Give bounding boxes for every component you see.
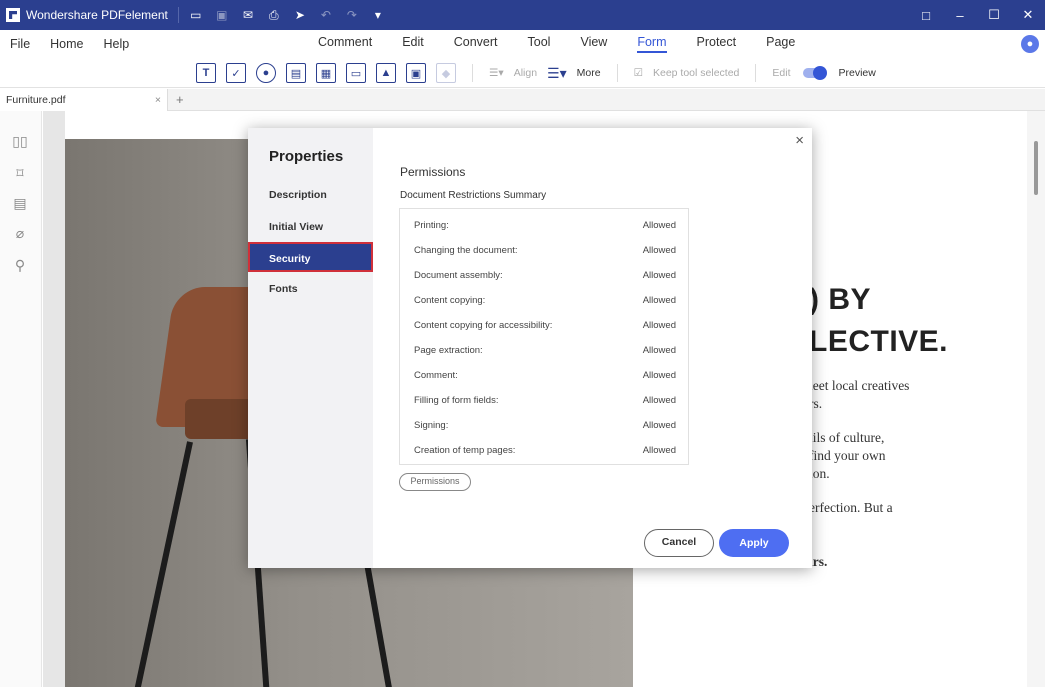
button-field-icon[interactable]: ▭ bbox=[346, 63, 366, 83]
scrollbar-thumb[interactable] bbox=[1034, 141, 1038, 195]
permission-row: Content copying for accessibility: Allowe… bbox=[414, 320, 676, 331]
mail-icon[interactable]: ✉ bbox=[241, 9, 255, 21]
page-paragraph-3: erfection. But a bbox=[809, 500, 893, 515]
tab-label: Furniture.pdf bbox=[6, 94, 66, 106]
undo-icon[interactable]: ↶ bbox=[319, 9, 333, 21]
menu-home[interactable]: Home bbox=[40, 37, 93, 51]
divider bbox=[755, 64, 757, 82]
search-icon[interactable]: ⚲ bbox=[12, 257, 28, 273]
app-logo-icon bbox=[6, 8, 20, 22]
menu-comment[interactable]: Comment bbox=[318, 35, 372, 53]
properties-content: × Permissions Document Restrictions Summ… bbox=[373, 128, 812, 568]
feedback-icon[interactable]: □ bbox=[909, 8, 943, 23]
divider bbox=[177, 7, 179, 23]
menu-help[interactable]: Help bbox=[94, 37, 140, 51]
close-dialog-icon[interactable]: × bbox=[795, 132, 804, 149]
permission-row: Printing: Allowed bbox=[414, 220, 676, 231]
bookmark-icon[interactable]: ⌑ bbox=[12, 165, 28, 181]
preview-label: Preview bbox=[838, 67, 876, 79]
menu-file[interactable]: File bbox=[0, 37, 40, 51]
subsection-title: Document Restrictions Summary bbox=[400, 190, 547, 201]
checkbox-icon[interactable]: ✓ bbox=[226, 63, 246, 83]
vertical-scrollbar[interactable] bbox=[1027, 111, 1045, 687]
save-icon[interactable]: ▣ bbox=[215, 9, 229, 21]
permission-row: Document assembly: Allowed bbox=[414, 270, 676, 281]
section-title: Permissions bbox=[400, 165, 466, 179]
edit-label: Edit bbox=[772, 67, 791, 79]
eraser-icon[interactable]: ◆ bbox=[436, 63, 456, 83]
menu-form[interactable]: Form bbox=[637, 35, 667, 53]
folder-icon[interactable]: ▭ bbox=[189, 9, 203, 21]
more-label[interactable]: More bbox=[577, 67, 601, 79]
permissions-button[interactable]: Permissions bbox=[399, 473, 471, 491]
combo-box-icon[interactable]: ▤ bbox=[286, 63, 306, 83]
menu-convert[interactable]: Convert bbox=[454, 35, 498, 53]
close-window-button[interactable]: ✕ bbox=[1011, 7, 1045, 23]
permission-row: Content copying: Allowed bbox=[414, 295, 676, 306]
attachment-icon[interactable]: ⌀ bbox=[12, 225, 28, 241]
comment-icon[interactable]: ▤ bbox=[12, 195, 28, 211]
document-tab-bar: Furniture.pdf × + bbox=[0, 89, 1045, 111]
permission-row: Creation of temp pages: Allowed bbox=[414, 445, 676, 456]
chair-leg bbox=[133, 441, 193, 687]
nav-fonts[interactable]: Fonts bbox=[248, 274, 373, 304]
permission-row: Page extraction: Allowed bbox=[414, 345, 676, 356]
menu-edit[interactable]: Edit bbox=[402, 35, 424, 53]
page-heading-line-2: LECTIVE. bbox=[809, 325, 949, 358]
divider bbox=[472, 64, 473, 82]
minimize-button[interactable]: – bbox=[943, 8, 977, 23]
new-tab-button[interactable]: + bbox=[176, 92, 184, 107]
apply-button[interactable]: Apply bbox=[719, 529, 789, 557]
page-heading-line-1: ) BY bbox=[809, 283, 871, 316]
nav-initial-view[interactable]: Initial View bbox=[248, 212, 373, 242]
quick-access-toolbar: ▭ ▣ ✉ ⎙ ➤ ↶ ↷ ▾ bbox=[189, 9, 385, 21]
permission-row: Changing the document: Allowed bbox=[414, 245, 676, 256]
title-bar: Wondershare PDFelement ▭ ▣ ✉ ⎙ ➤ ↶ ↷ ▾ □… bbox=[0, 0, 1045, 30]
page-paragraph-2: ıils of culture, find your own ion. bbox=[809, 430, 886, 481]
edit-preview-toggle[interactable] bbox=[803, 66, 828, 80]
divider bbox=[616, 64, 618, 82]
text-field-icon[interactable]: T bbox=[196, 63, 216, 83]
menu-tool[interactable]: Tool bbox=[528, 35, 551, 53]
menu-view[interactable]: View bbox=[580, 35, 607, 53]
page-paragraph-1: ıeet local creatives rs. bbox=[809, 378, 910, 411]
keep-tool-checkbox[interactable]: ☑ bbox=[634, 67, 643, 79]
thumbnails-icon[interactable]: ▯▯ bbox=[12, 133, 28, 149]
left-sidebar: ▯▯ ⌑ ▤ ⌀ ⚲ bbox=[0, 111, 42, 687]
redo-icon[interactable]: ↷ bbox=[345, 9, 359, 21]
maximize-button[interactable]: ☐ bbox=[977, 7, 1011, 23]
cursor-icon[interactable]: ➤ bbox=[293, 9, 307, 21]
permission-row: Comment: Allowed bbox=[414, 370, 676, 381]
keep-tool-selected-label[interactable]: Keep tool selected bbox=[653, 67, 739, 79]
permission-row: Filling of form fields: Allowed bbox=[414, 395, 676, 406]
properties-dialog: Properties Description Initial View Secu… bbox=[248, 128, 812, 568]
align-label[interactable]: Align bbox=[514, 67, 537, 79]
nav-description[interactable]: Description bbox=[248, 180, 373, 210]
close-tab-icon[interactable]: × bbox=[155, 94, 161, 106]
image-field-icon[interactable]: ▲ bbox=[376, 63, 396, 83]
nav-security[interactable]: Security bbox=[248, 242, 373, 272]
dropdown-icon[interactable]: ▾ bbox=[371, 9, 385, 21]
properties-nav: Properties Description Initial View Secu… bbox=[248, 128, 373, 568]
window-controls: □ – ☐ ✕ bbox=[909, 0, 1045, 30]
permission-row: Signing: Allowed bbox=[414, 420, 676, 431]
permissions-table: Printing: Allowed Changing the document: A… bbox=[399, 208, 689, 465]
user-avatar-icon[interactable]: ● bbox=[1021, 35, 1039, 53]
dialog-title: Properties bbox=[269, 148, 344, 165]
tab-furniture-pdf[interactable]: Furniture.pdf × bbox=[0, 89, 168, 111]
menu-bar: File Home Help Comment Edit Convert Tool… bbox=[0, 30, 1045, 58]
list-box-icon[interactable]: ▦ bbox=[316, 63, 336, 83]
radio-button-icon[interactable]: ● bbox=[256, 63, 276, 83]
form-toolbar: T ✓ ● ▤ ▦ ▭ ▲ ▣ ◆ ☰▾ Align ☰▾ More ☑ Kee… bbox=[0, 58, 1045, 88]
align-icon[interactable]: ☰▾ bbox=[489, 67, 504, 79]
more-icon[interactable]: ☰▾ bbox=[547, 65, 567, 82]
menu-page[interactable]: Page bbox=[766, 35, 795, 53]
signature-field-icon[interactable]: ▣ bbox=[406, 63, 426, 83]
print-icon[interactable]: ⎙ bbox=[267, 9, 281, 21]
app-title: Wondershare PDFelement bbox=[26, 8, 168, 22]
cancel-button[interactable]: Cancel bbox=[644, 529, 714, 557]
menu-protect[interactable]: Protect bbox=[697, 35, 737, 53]
